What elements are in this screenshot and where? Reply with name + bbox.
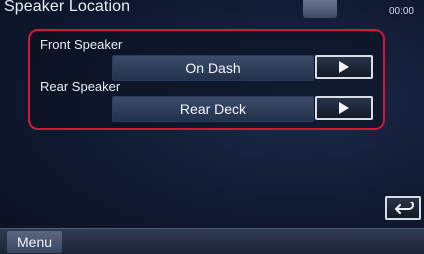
bottom-bar: Menu	[0, 228, 424, 254]
top-tab-handle[interactable]	[303, 0, 337, 18]
rear-speaker-next-button[interactable]	[315, 96, 373, 120]
play-right-triangle-icon	[339, 102, 349, 114]
speaker-settings-panel: Front Speaker On Dash Rear Speaker Rear …	[28, 29, 385, 130]
rear-speaker-value: Rear Deck	[112, 96, 314, 122]
front-speaker-value: On Dash	[112, 55, 314, 81]
title-bar: Speaker Location 00:00	[0, 0, 424, 22]
play-right-triangle-icon	[339, 61, 349, 73]
front-speaker-next-button[interactable]	[315, 55, 373, 79]
back-button[interactable]	[385, 196, 421, 220]
menu-button[interactable]: Menu	[7, 231, 63, 253]
page-title: Speaker Location	[4, 0, 131, 15]
speaker-location-screen: Speaker Location 00:00 Front Speaker On …	[0, 0, 424, 254]
rear-speaker-label: Rear Speaker	[40, 79, 121, 94]
return-arrow-icon	[395, 202, 414, 214]
clock: 00:00	[388, 6, 414, 17]
rear-speaker-value-text: Rear Deck	[179, 101, 247, 117]
front-speaker-label: Front Speaker	[40, 37, 123, 52]
front-speaker-value-text: On Dash	[185, 60, 241, 76]
